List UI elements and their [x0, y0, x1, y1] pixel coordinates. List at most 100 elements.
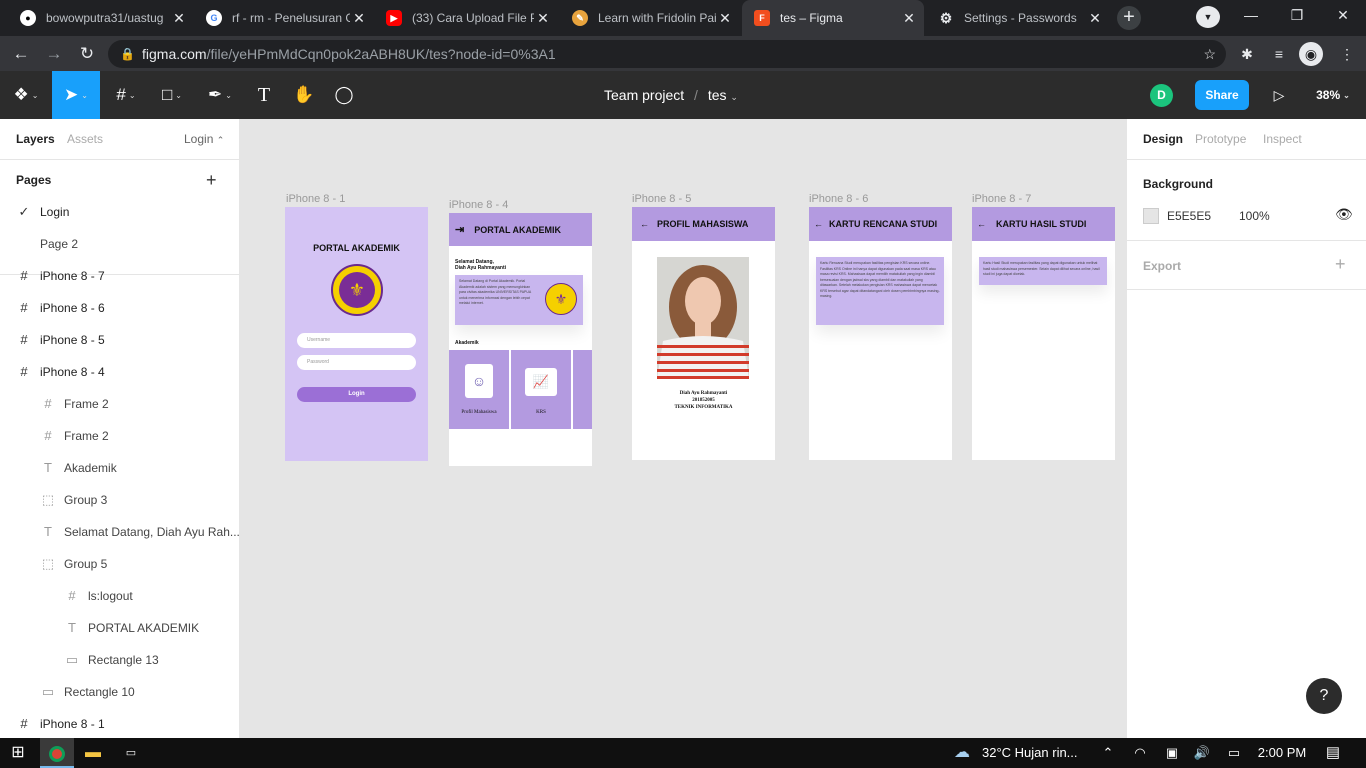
layer-row[interactable]: T Akademik	[0, 452, 239, 484]
close-tab-icon[interactable]: ✕	[170, 10, 188, 27]
tab-layers[interactable]: Layers	[16, 123, 55, 155]
help-button[interactable]: ?	[1306, 678, 1342, 714]
battery-icon[interactable]: ▭	[1224, 738, 1244, 768]
card-partial[interactable]	[573, 350, 592, 429]
new-tab-button[interactable]: +	[1117, 6, 1141, 30]
restore-icon[interactable]: ❐	[1274, 0, 1320, 32]
share-button[interactable]: Share	[1195, 80, 1249, 110]
background-swatch[interactable]	[1143, 208, 1159, 224]
add-export-icon[interactable]: +	[1335, 254, 1346, 275]
page-item-page-2[interactable]: Page 2	[0, 228, 239, 260]
minimize-icon[interactable]: —	[1228, 0, 1274, 32]
url-bar[interactable]: 🔒 figma.com/file/yeHPmMdCqn0pok2aABH8UK/…	[108, 40, 1226, 68]
background-hex[interactable]: E5E5E5	[1167, 209, 1211, 223]
back-icon[interactable]: ←	[8, 41, 34, 67]
layer-row[interactable]: # iPhone 8 - 7	[0, 260, 239, 292]
frame-iphone-8-6[interactable]: ← KARTU RENCANA STUDI Kartu Rencana Stud…	[809, 207, 952, 460]
add-page-icon[interactable]: +	[206, 164, 217, 196]
layer-row[interactable]: ▭ Rectangle 13	[0, 644, 239, 676]
volume-icon[interactable]: 🔊	[1192, 738, 1212, 768]
card-profil-mahasiswa[interactable]: ☺ Profil Mahasiswa	[449, 350, 509, 429]
weather-text[interactable]: 32°C Hujan rin...	[982, 738, 1092, 768]
notifications-icon[interactable]: ▤	[1320, 738, 1346, 768]
canvas[interactable]: iPhone 8 - 1 PORTAL AKADEMIK ⚜ Username …	[240, 119, 1126, 738]
layer-row[interactable]: # Frame 2	[0, 420, 239, 452]
frame-label[interactable]: iPhone 8 - 1	[286, 193, 345, 205]
card-krs[interactable]: 📈 KRS	[511, 350, 571, 429]
wifi-icon[interactable]: ◠	[1130, 738, 1150, 768]
camera-icon[interactable]: ▣	[1162, 738, 1182, 768]
browser-tab[interactable]: ✎ Learn with Fridolin Pai ✕	[560, 0, 740, 36]
windows-start-icon[interactable]: ⊞	[8, 738, 28, 768]
extensions-icon[interactable]: ✱	[1234, 41, 1260, 67]
layer-row[interactable]: T PORTAL AKADEMIK	[0, 612, 239, 644]
zoom-menu[interactable]: 38% ⌄	[1308, 71, 1358, 119]
move-tool-icon[interactable]: ➤ ⌄	[52, 71, 100, 119]
frame-iphone-8-4[interactable]: ⇥ PORTAL AKADEMIK Selamat Datang, Diah Ay…	[449, 213, 592, 466]
close-tab-icon[interactable]: ✕	[1086, 10, 1104, 27]
file-name[interactable]: tes	[708, 87, 727, 103]
forward-icon[interactable]: →	[41, 41, 67, 67]
browser-tab[interactable]: ● bowowputra31/uastug ✕	[8, 0, 194, 36]
background-opacity[interactable]: 100%	[1239, 209, 1270, 223]
project-name[interactable]: Team project	[604, 87, 684, 103]
terminal-icon[interactable]: ▭	[118, 738, 144, 768]
layer-row[interactable]: # Frame 2	[0, 388, 239, 420]
profile-icon[interactable]: ◉	[1299, 42, 1323, 66]
frame-label[interactable]: iPhone 8 - 5	[632, 193, 691, 205]
page-item-login[interactable]: ✓ Login	[0, 196, 239, 228]
layer-row[interactable]: # ls:logout	[0, 580, 239, 612]
avatar[interactable]: D	[1150, 84, 1173, 107]
layer-row[interactable]: ⬚ Group 3	[0, 484, 239, 516]
frame-iphone-8-7[interactable]: ← KARTU HASIL STUDI Kartu Hasil Studi me…	[972, 207, 1115, 460]
browser-tab[interactable]: G rf - rm - Penelusuran G ✕	[194, 0, 374, 36]
close-window-icon[interactable]: ✕	[1320, 0, 1366, 32]
tab-assets[interactable]: Assets	[67, 123, 103, 155]
tab-design[interactable]: Design	[1143, 132, 1183, 146]
layer-row[interactable]: # iPhone 8 - 4	[0, 356, 239, 388]
chevron-down-icon[interactable]: ⌄	[730, 92, 738, 102]
layer-row[interactable]: ⬚ Group 5	[0, 548, 239, 580]
reload-icon[interactable]: ↻	[74, 41, 100, 67]
reading-list-icon[interactable]: ≡	[1266, 41, 1292, 67]
layer-row[interactable]: # iPhone 8 - 5	[0, 324, 239, 356]
username-input[interactable]: Username	[297, 333, 416, 348]
bookmark-star-icon[interactable]: ☆	[1203, 40, 1216, 68]
frame-tool-icon[interactable]: # ⌄	[106, 71, 146, 119]
tab-inspect[interactable]: Inspect	[1263, 132, 1302, 146]
pen-tool-icon[interactable]: ✒ ⌄	[198, 71, 242, 119]
layer-row[interactable]: T Selamat Datang, Diah Ayu Rah...	[0, 516, 239, 548]
close-tab-icon[interactable]: ✕	[534, 10, 552, 27]
clock[interactable]: 2:00 PM	[1254, 738, 1310, 768]
comment-tool-icon[interactable]: ◯	[328, 71, 360, 119]
file-explorer-icon[interactable]: ▬	[82, 738, 104, 768]
chrome-taskbar-icon[interactable]	[40, 738, 74, 768]
page-selector[interactable]: Login ⌃	[184, 123, 224, 156]
figma-menu-icon[interactable]: ❖ ⌄	[6, 71, 46, 119]
chevron-up-icon[interactable]: ⌃	[1098, 738, 1118, 768]
chrome-menu-icon[interactable]: ⋮	[1334, 41, 1360, 67]
frame-iphone-8-5[interactable]: ← PROFIL MAHASISWA Diah Ayu Rahmayanti 2…	[632, 207, 775, 460]
layer-row[interactable]: ▭ Rectangle 10	[0, 676, 239, 708]
shape-tool-icon[interactable]: □ ⌄	[152, 71, 192, 119]
frame-label[interactable]: iPhone 8 - 4	[449, 199, 508, 211]
layer-row[interactable]: # iPhone 8 - 1	[0, 708, 239, 738]
password-input[interactable]: Password	[297, 355, 416, 370]
eye-icon[interactable]: 👁	[1335, 206, 1353, 223]
login-button[interactable]: Login	[297, 387, 416, 402]
frame-label[interactable]: iPhone 8 - 6	[809, 193, 868, 205]
present-icon[interactable]: ▷	[1266, 71, 1292, 119]
tab-search-icon[interactable]: ▼	[1196, 6, 1220, 28]
frame-label[interactable]: iPhone 8 - 7	[972, 193, 1031, 205]
close-tab-icon[interactable]: ✕	[900, 10, 918, 27]
close-tab-icon[interactable]: ✕	[350, 10, 368, 27]
hand-tool-icon[interactable]: ✋	[288, 71, 320, 119]
close-tab-icon[interactable]: ✕	[716, 10, 734, 27]
browser-tab[interactable]: ▶ (33) Cara Upload File P ✕	[374, 0, 558, 36]
text-tool-icon[interactable]: T	[248, 71, 280, 119]
browser-tab-active[interactable]: F tes – Figma ✕	[742, 0, 924, 36]
browser-tab[interactable]: ⚙ Settings - Passwords ✕	[926, 0, 1110, 36]
frame-iphone-8-1[interactable]: PORTAL AKADEMIK ⚜ Username Password Logi…	[285, 207, 428, 461]
tab-prototype[interactable]: Prototype	[1195, 132, 1246, 146]
layer-row[interactable]: # iPhone 8 - 6	[0, 292, 239, 324]
